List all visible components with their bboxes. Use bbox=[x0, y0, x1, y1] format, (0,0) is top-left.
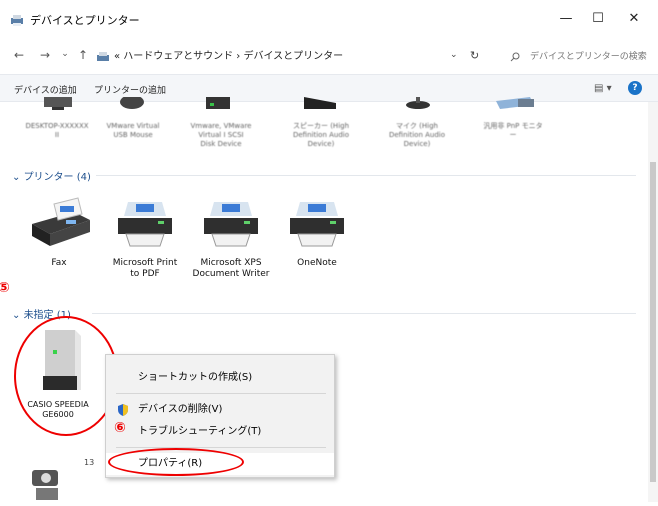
address-field[interactable]: « ハードウェアとサウンド › デバイスとプリンター bbox=[96, 46, 488, 68]
unspecified-group-header[interactable]: ⌄ 未指定 (1) bbox=[12, 306, 642, 321]
vertical-scrollbar[interactable] bbox=[648, 102, 658, 502]
back-icon[interactable]: ← bbox=[12, 48, 26, 62]
forward-icon[interactable]: → bbox=[38, 48, 52, 62]
menu-item-troubleshoot[interactable]: トラブルシューティング(T) bbox=[106, 421, 334, 443]
printer-icon bbox=[118, 202, 172, 247]
printer-icon bbox=[290, 202, 344, 247]
device-label: Microsoft XPS Document Writer bbox=[192, 258, 270, 279]
device-label: Fax bbox=[51, 258, 67, 268]
monitor-icon bbox=[490, 96, 540, 115]
highlight-device-circle bbox=[14, 316, 118, 436]
device-label: OneNote bbox=[297, 258, 337, 268]
callout-five: ⑤ bbox=[0, 280, 10, 296]
menu-separator bbox=[116, 393, 326, 394]
device-count-label: 13 bbox=[84, 458, 95, 467]
camera-icon[interactable] bbox=[26, 462, 66, 506]
device-label: 汎用非 PnP モニター bbox=[483, 122, 543, 139]
device-label: スピーカー (High Definition Audio Device) bbox=[292, 122, 350, 148]
device-fax[interactable]: Fax bbox=[14, 194, 104, 269]
chevron-down-icon: ⌄ bbox=[12, 310, 24, 321]
fax-icon bbox=[32, 197, 90, 246]
device-label: Vmware, VMware Virtual I SCSI Disk Device bbox=[190, 122, 252, 148]
chevron-down-icon: ⌄ bbox=[12, 172, 24, 183]
highlight-properties-oval bbox=[108, 448, 244, 476]
scrollbar-thumb[interactable] bbox=[650, 162, 656, 482]
device-label: Microsoft Print to PDF bbox=[112, 258, 178, 279]
menu-item-remove-device[interactable]: デバイスの削除(V) bbox=[106, 399, 334, 421]
menu-item-create-shortcut[interactable]: ショートカットの作成(S) bbox=[106, 367, 334, 389]
group-divider bbox=[92, 313, 636, 314]
devices-content: DESKTOP-XXXXXX II VMware Virtual USB Mouse… bbox=[0, 95, 648, 502]
help-icon[interactable]: ? bbox=[628, 81, 642, 95]
title-bar: デバイスとプリンター — ☐ ✕ bbox=[0, 0, 658, 38]
search-input[interactable]: デバイスとプリンターの検索 bbox=[530, 46, 647, 68]
device-microsoft-print-to-pdf[interactable]: Microsoft Print to PDF bbox=[100, 194, 190, 280]
microphone-icon bbox=[398, 96, 438, 115]
window-title: デバイスとプリンター bbox=[30, 14, 140, 27]
folder-icon bbox=[96, 51, 110, 73]
devices-printers-window: デバイスとプリンター — ☐ ✕ ← → ⌄ ↑ « ハードウェアとサウンド ›… bbox=[0, 0, 658, 502]
menu-separator bbox=[116, 447, 326, 448]
view-options-button[interactable]: ▤ ▾ bbox=[594, 83, 612, 94]
speaker-icon bbox=[300, 96, 340, 115]
device-onenote[interactable]: OneNote bbox=[272, 194, 362, 269]
address-dropdown-icon[interactable]: ⌄ bbox=[450, 50, 458, 60]
top-device-row: DESKTOP-XXXXXX II VMware Virtual USB Mouse… bbox=[0, 95, 648, 162]
close-button[interactable]: ✕ bbox=[614, 6, 654, 32]
search-box[interactable]: デバイスとプリンターの検索 bbox=[498, 46, 650, 68]
mouse-icon bbox=[112, 95, 152, 115]
add-device-button[interactable]: デバイスの追加 bbox=[14, 83, 77, 96]
devices-printers-app-icon bbox=[10, 12, 24, 31]
device-label: DESKTOP-XXXXXX II bbox=[25, 122, 89, 139]
disk-icon bbox=[198, 96, 238, 115]
refresh-icon[interactable]: ↻ bbox=[470, 49, 479, 62]
up-icon[interactable]: ↑ bbox=[76, 48, 90, 62]
callout-six: ⑥ bbox=[114, 420, 126, 436]
group-divider bbox=[96, 175, 636, 176]
printers-group-header[interactable]: ⌄ プリンター (4) bbox=[12, 168, 642, 183]
device-microsoft-xps-document-writer[interactable]: Microsoft XPS Document Writer bbox=[186, 194, 276, 280]
device-label: マイク (High Definition Audio Device) bbox=[388, 122, 446, 148]
address-bar: ← → ⌄ ↑ « ハードウェアとサウンド › デバイスとプリンター ⌄ ↻ デ… bbox=[0, 38, 658, 74]
add-printer-button[interactable]: プリンターの追加 bbox=[94, 83, 166, 96]
printer-icon bbox=[204, 202, 258, 247]
maximize-button[interactable]: ☐ bbox=[578, 6, 618, 32]
search-icon bbox=[510, 46, 520, 71]
computer-icon bbox=[38, 96, 78, 115]
device-label: VMware Virtual USB Mouse bbox=[106, 122, 160, 139]
recent-locations-icon[interactable]: ⌄ bbox=[58, 49, 72, 59]
breadcrumb[interactable]: « ハードウェアとサウンド › デバイスとプリンター bbox=[114, 46, 343, 68]
